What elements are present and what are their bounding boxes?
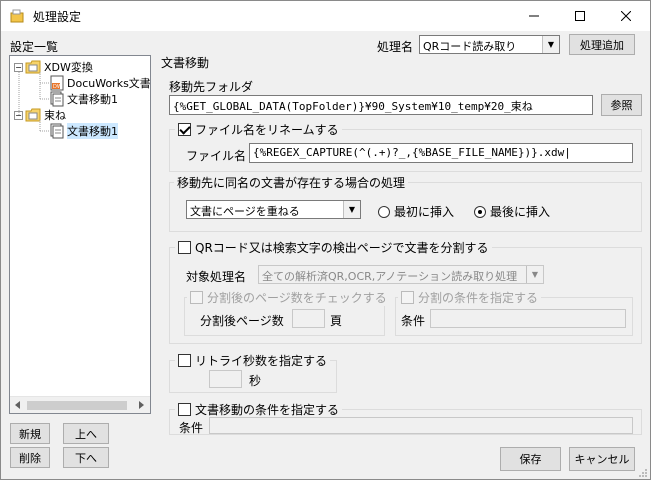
settings-tree[interactable]: − XDW変換 DW DocuWorks文書変換 文書移動1 [9,55,151,414]
split-condition-label: 条件 [401,314,426,328]
rename-check-box[interactable] [178,123,191,136]
svg-text:DW: DW [53,84,62,90]
dropdown-arrow-icon: ▼ [526,266,543,283]
move-up-button[interactable]: 上へ [63,423,109,444]
split-condition-input[interactable] [430,309,626,328]
minimize-icon [529,15,539,17]
section-heading: 文書移動 [161,56,210,70]
minimize-button[interactable] [511,1,557,31]
close-button[interactable] [603,1,649,31]
document-icon [50,123,64,139]
move-condition-input[interactable] [209,417,633,434]
settings-list-label: 設定一覧 [10,40,59,54]
filename-label: ファイル名 [186,149,247,163]
radio-insert-first-button[interactable] [378,205,390,218]
page-count-label: 分割後ページ数 [200,314,284,328]
title-bar: 処理設定 [1,1,650,31]
cancel-button[interactable]: キャンセル [569,447,635,471]
resize-grip-icon[interactable] [637,467,649,479]
new-button[interactable]: 新規 [10,423,50,444]
dropdown-arrow-icon: ▼ [542,36,559,53]
split-check-box[interactable] [178,241,191,254]
scroll-right-icon[interactable] [137,401,145,409]
save-button[interactable]: 保存 [500,447,561,471]
process-name-label: 処理名 [377,40,414,54]
move-condition-label: 条件 [179,421,204,435]
tree-lines [18,72,50,132]
retry-checkbox[interactable]: リトライ秒数を指定する [175,352,331,369]
radio-insert-first[interactable]: 最初に挿入 [378,203,454,220]
page-unit-label: 頁 [330,314,343,328]
conflict-action-value: 文書にページを重ねる [190,205,300,218]
split-condition-check-box[interactable] [401,291,414,304]
retry-unit-label: 秒 [249,374,262,388]
rename-checkbox[interactable]: ファイル名をリネームする [175,121,342,138]
scroll-left-icon[interactable] [14,401,22,409]
conflict-action-select[interactable]: 文書にページを重ねる ▼ [186,200,361,219]
split-checkbox[interactable]: QRコード又は検索文字の検出ページで文書を分割する [175,239,492,256]
tree-item-label: XDW変換 [44,61,93,74]
process-name-select[interactable]: QRコード読み取り ▼ [419,35,560,54]
document-icon [50,91,64,107]
rename-legend: ファイル名をリネームする [195,123,339,137]
window-title: 処理設定 [33,10,82,24]
delete-button[interactable]: 削除 [10,447,50,468]
move-down-button[interactable]: 下へ [63,447,109,468]
move-condition-check-box[interactable] [178,403,191,416]
app-icon [10,9,24,23]
retry-check-box[interactable] [178,354,191,367]
radio-insert-last[interactable]: 最後に挿入 [474,203,550,220]
tree-item-doc-move-1-selected[interactable]: 文書移動1 [50,123,118,139]
target-process-select[interactable]: 全ての解析済QR,OCR,アノテーション読み取り処理 ▼ [258,265,544,284]
filename-input[interactable]: {%REGEX_CAPTURE(^(.+)?_,{%BASE_FILE_NAME… [249,143,633,163]
docuworks-doc-icon: DW [50,75,64,91]
tree-hscrollbar[interactable] [10,396,150,413]
browse-button[interactable]: 参照 [601,94,642,116]
radio-insert-last-label: 最後に挿入 [490,205,551,219]
tree-item-doc-move-1[interactable]: 文書移動1 [50,91,118,107]
dest-folder-label: 移動先フォルダ [169,80,254,94]
tree-item-docuworks-convert[interactable]: DW DocuWorks文書変換 [50,75,151,91]
split-legend: QRコード又は検索文字の検出ページで文書を分割する [195,241,489,255]
target-process-value: 全ての解析済QR,OCR,アノテーション読み取り処理 [262,270,518,283]
close-icon [621,11,631,21]
maximize-icon [575,11,585,21]
scroll-thumb[interactable] [27,401,127,410]
page-check-check-box[interactable] [190,291,203,304]
radio-insert-first-label: 最初に挿入 [394,205,455,219]
retry-legend: リトライ秒数を指定する [195,354,328,368]
page-check-legend: 分割後のページ数をチェックする [207,291,387,305]
add-process-button[interactable]: 処理追加 [569,34,635,55]
settings-window: 処理設定 設定一覧 − XDW変換 DW DocuWorks文書 文書移動1 −… [0,0,651,480]
conflict-legend: 移動先に同名の文書が存在する場合の処理 [174,174,409,191]
dropdown-arrow-icon: ▼ [343,201,360,218]
radio-insert-last-button[interactable] [474,205,486,218]
tree-item-label: 文書移動1 [67,123,118,139]
page-check-checkbox[interactable]: 分割後のページ数をチェックする [187,289,390,306]
move-condition-legend: 文書移動の条件を指定する [195,403,340,417]
split-condition-legend: 分割の条件を指定する [418,291,539,305]
process-name-value: QRコード読み取り [423,40,517,53]
tree-item-label: 文書移動1 [67,93,118,106]
tree-item-label: DocuWorks文書変換 [67,77,151,90]
dest-folder-input[interactable]: {%GET_GLOBAL_DATA(TopFolder)}¥90_System¥… [169,95,593,115]
maximize-button[interactable] [557,1,603,31]
retry-seconds-input[interactable] [209,370,242,388]
move-condition-checkbox[interactable]: 文書移動の条件を指定する [175,401,343,418]
page-count-input[interactable] [292,309,325,328]
split-condition-checkbox[interactable]: 分割の条件を指定する [398,289,542,306]
target-process-label: 対象処理名 [186,270,247,284]
